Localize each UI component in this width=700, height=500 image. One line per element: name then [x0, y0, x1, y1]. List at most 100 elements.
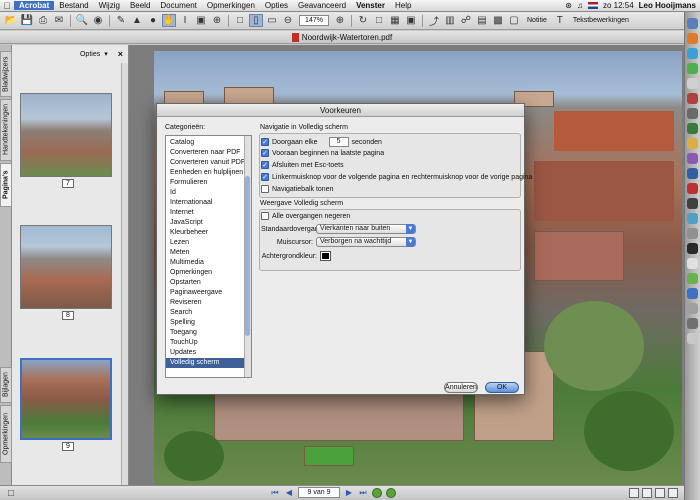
page-number-field[interactable]: 9 van 9: [298, 487, 340, 498]
page-thumbnail[interactable]: [20, 225, 112, 309]
background-color-swatch[interactable]: [320, 251, 331, 261]
app-icon[interactable]: [687, 168, 698, 179]
app-icon[interactable]: [687, 78, 698, 89]
app-icon[interactable]: [687, 303, 698, 314]
category-item[interactable]: Converteren vanuit PDF: [166, 158, 251, 168]
tab-bladwijzers[interactable]: Bladwijzers: [0, 51, 12, 97]
vooraan-checkbox[interactable]: ✓: [261, 149, 269, 157]
article-icon[interactable]: ▤: [475, 14, 489, 27]
app-icon[interactable]: [687, 198, 698, 209]
acrobat-icon[interactable]: [687, 183, 698, 194]
app-icon[interactable]: [687, 123, 698, 134]
category-item[interactable]: Updates: [166, 348, 251, 358]
tab-handtekeningen[interactable]: Handtekeningen: [0, 99, 12, 161]
menu-opmerkingen[interactable]: Opmerkingen: [202, 1, 260, 10]
zoom-out-icon[interactable]: ⊖: [281, 14, 295, 27]
category-item[interactable]: TouchUp: [166, 338, 251, 348]
category-item-selected[interactable]: Volledig scherm: [166, 358, 251, 368]
afsluiten-checkbox[interactable]: ✓: [261, 161, 269, 169]
safari-icon[interactable]: [687, 48, 698, 59]
text-edit-icon[interactable]: T: [553, 14, 567, 27]
tab-bijlagen[interactable]: Bijlagen: [0, 367, 12, 403]
category-item[interactable]: Id: [166, 188, 251, 198]
snapshot-icon[interactable]: ▣: [194, 14, 208, 27]
app-icon[interactable]: [687, 63, 698, 74]
category-item[interactable]: Converteren naar PDF: [166, 148, 251, 158]
category-item[interactable]: Spelling: [166, 318, 251, 328]
categories-scrollbar[interactable]: [244, 136, 251, 377]
doorgaan-checkbox[interactable]: ✓: [261, 138, 269, 146]
zoom-in-icon[interactable]: ⊕: [210, 14, 224, 27]
linkermuisknop-checkbox[interactable]: ✓: [261, 173, 269, 181]
close-icon[interactable]: ×: [118, 49, 123, 59]
app-icon[interactable]: [687, 318, 698, 329]
category-item[interactable]: Catalog: [166, 138, 251, 148]
actual-size-icon[interactable]: □: [233, 14, 247, 27]
navigatiebalk-checkbox[interactable]: [261, 185, 269, 193]
first-page-icon[interactable]: ⏮: [270, 487, 280, 498]
menu-venster[interactable]: Venster: [351, 1, 390, 10]
category-item[interactable]: Formulieren: [166, 178, 251, 188]
menubar-user[interactable]: Leo Hooijmans: [639, 1, 696, 10]
app-icon[interactable]: [687, 213, 698, 224]
zoom-in-plus-icon[interactable]: ⊕: [333, 14, 347, 27]
app-icon[interactable]: [687, 228, 698, 239]
menu-bestand[interactable]: Bestand: [54, 1, 93, 10]
notitie-button[interactable]: Notitie: [523, 17, 551, 24]
app-icon[interactable]: [687, 138, 698, 149]
cancel-button[interactable]: Annuleren: [444, 382, 478, 393]
ok-button[interactable]: OK: [485, 382, 519, 393]
menu-help[interactable]: Help: [390, 1, 416, 10]
previous-page-icon[interactable]: ◀: [284, 487, 294, 498]
app-icon[interactable]: [687, 93, 698, 104]
bluetooth-icon[interactable]: ⊛: [565, 1, 572, 10]
app-icon[interactable]: [687, 333, 698, 344]
note-icon[interactable]: ▢: [507, 14, 521, 27]
categories-list[interactable]: Catalog Converteren naar PDF Converteren…: [165, 135, 252, 378]
page-size-icon[interactable]: □: [4, 487, 18, 500]
category-item[interactable]: Search: [166, 308, 251, 318]
menu-beeld[interactable]: Beeld: [125, 1, 155, 10]
menu-geavanceerd[interactable]: Geavanceerd: [293, 1, 351, 10]
category-item[interactable]: Multimedia: [166, 258, 251, 268]
category-item[interactable]: Paginaweergave: [166, 288, 251, 298]
crop-icon[interactable]: ▥: [443, 14, 457, 27]
menu-app[interactable]: Acrobat: [14, 1, 55, 10]
menubar-clock[interactable]: zo 12:54: [603, 1, 634, 10]
pen-icon[interactable]: ✎: [114, 14, 128, 27]
zoom-level-field[interactable]: 147%: [299, 15, 329, 26]
menu-opties[interactable]: Opties: [260, 1, 293, 10]
save-icon[interactable]: 💾: [20, 14, 34, 27]
firefox-icon[interactable]: [687, 33, 698, 44]
stamp-icon[interactable]: ▲: [130, 14, 144, 27]
volume-icon[interactable]: ♫: [577, 1, 583, 10]
app-icon[interactable]: [687, 243, 698, 254]
email-icon[interactable]: ✉: [52, 14, 66, 27]
category-item[interactable]: JavaScript: [166, 218, 251, 228]
page-thumbnail[interactable]: [20, 93, 112, 177]
page-thumbnail-selected[interactable]: [20, 358, 112, 440]
dutch-flag-icon[interactable]: [587, 2, 598, 9]
app-icon[interactable]: [687, 273, 698, 284]
category-item[interactable]: Eenheden en hulplijnen: [166, 168, 251, 178]
binoculars-icon[interactable]: ◉: [91, 14, 105, 27]
open-icon[interactable]: 📂: [4, 14, 18, 27]
scrollbar-thumb[interactable]: [245, 176, 250, 336]
app-icon[interactable]: [687, 108, 698, 119]
tekstbewerkingen-button[interactable]: Tekstbewerkingen: [569, 17, 633, 24]
category-item[interactable]: Kleurbeheer: [166, 228, 251, 238]
apple-menu-icon[interactable]: : [0, 1, 14, 11]
search-icon[interactable]: 🔍: [75, 14, 89, 27]
arrow-tool-icon[interactable]: ⤴: [427, 14, 441, 28]
dropdown-icon[interactable]: ▾: [104, 50, 108, 58]
tab-opmerkingen[interactable]: Opmerkingen: [0, 405, 12, 463]
finder-icon[interactable]: [687, 18, 698, 29]
rotate-icon[interactable]: ↻: [356, 14, 370, 27]
fit-page-icon[interactable]: ▯: [249, 14, 263, 27]
category-item[interactable]: Meten: [166, 248, 251, 258]
category-item[interactable]: Internationaal: [166, 198, 251, 208]
app-icon[interactable]: [687, 153, 698, 164]
category-item[interactable]: Opmerkingen: [166, 268, 251, 278]
menu-document[interactable]: Document: [155, 1, 201, 10]
category-item[interactable]: Lezen: [166, 238, 251, 248]
